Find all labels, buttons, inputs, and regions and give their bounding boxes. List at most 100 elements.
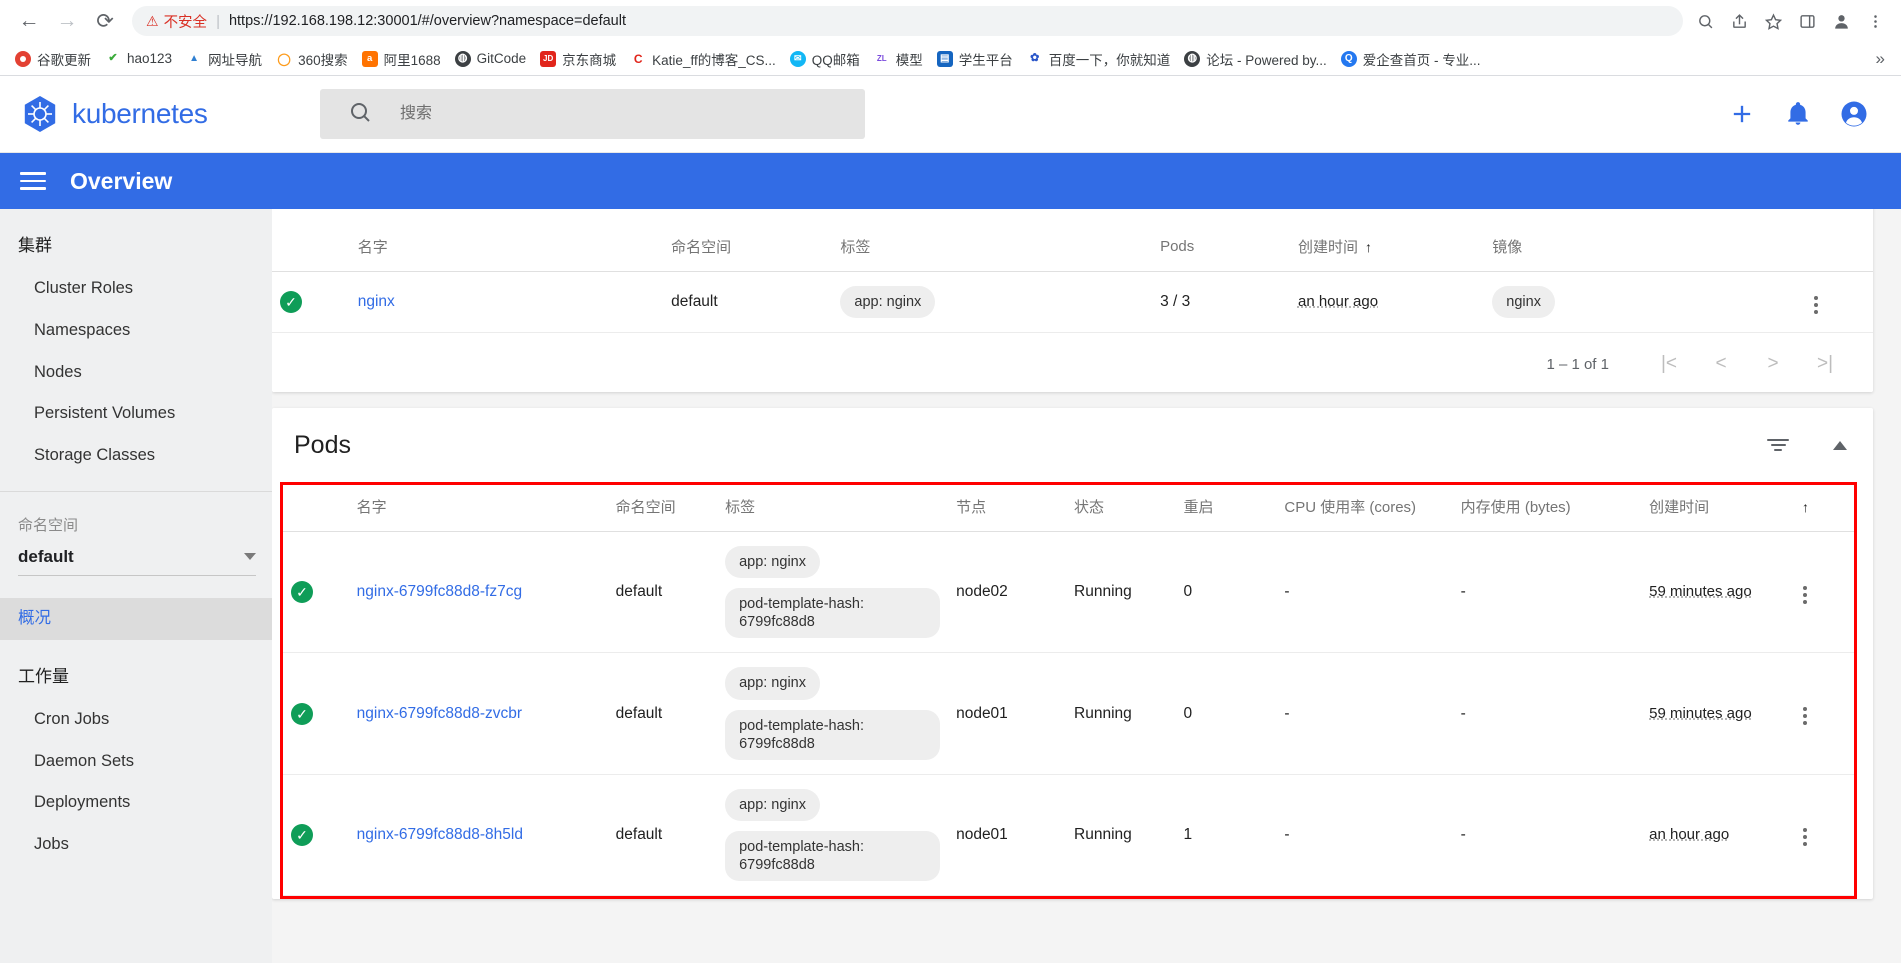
sidebar-item-cluster-roles[interactable]: Cluster Roles (0, 268, 272, 310)
sidebar-item-deployments[interactable]: Deployments (0, 782, 272, 824)
deployments-col-name[interactable]: 名字 (349, 222, 664, 272)
chevron-down-icon (244, 553, 256, 561)
sidebar-section-cluster: 集群 (18, 236, 52, 255)
pod-memory-cell: - (1452, 774, 1642, 897)
deployment-name-link[interactable]: nginx (358, 293, 395, 310)
pod-status-cell: ✓ (283, 774, 349, 897)
pod-name-cell: nginx-6799fc88d8-fz7cg (348, 531, 608, 654)
row-menu-icon[interactable] (1795, 582, 1815, 608)
bookmark-item[interactable]: 谷歌更新 (8, 45, 98, 73)
bookmark-item[interactable]: Q 爱企查首页 - 专业... (1334, 45, 1488, 73)
chrome-menu-icon[interactable] (1859, 5, 1891, 37)
pod-actions-cell (1787, 531, 1854, 654)
bookmark-item[interactable]: ✉ QQ邮箱 (783, 45, 867, 73)
deployments-col-images[interactable]: 镜像 (1484, 222, 1798, 272)
bookmark-item[interactable]: ✿ 百度一下，你就知道 (1020, 45, 1178, 73)
pods-col-name[interactable]: 名字 (348, 485, 608, 532)
pods-title: Pods (294, 430, 351, 459)
bookmark-star-icon[interactable] (1757, 5, 1789, 37)
zoom-icon[interactable] (1689, 5, 1721, 37)
pod-name-link[interactable]: nginx-6799fc88d8-zvcbr (357, 705, 522, 722)
sidebar-item-nodes[interactable]: Nodes (0, 352, 272, 394)
pods-col-created[interactable]: 创建时间 (1641, 485, 1788, 532)
sidebar-item-cron-jobs[interactable]: Cron Jobs (0, 699, 272, 741)
table-row[interactable]: ✓ nginx-6799fc88d8-fz7cg default app: ng… (283, 531, 1854, 654)
sort-ascending-icon: ↑ (1365, 239, 1372, 255)
filter-icon[interactable] (1767, 439, 1789, 451)
row-menu-icon[interactable] (1795, 824, 1815, 850)
deployments-col-labels[interactable]: 标签 (832, 222, 1153, 272)
bookmark-item[interactable]: ▲ 网址导航 (179, 45, 269, 73)
deployments-col-created[interactable]: 创建时间 ↑ (1289, 222, 1485, 272)
pods-col-namespace[interactable]: 命名空间 (607, 485, 718, 532)
collapse-caret-icon[interactable] (1833, 440, 1847, 450)
pods-col-labels[interactable]: 标签 (717, 485, 949, 532)
pods-col-node[interactable]: 节点 (948, 485, 1067, 532)
bookmark-label: 学生平台 (958, 52, 1013, 68)
address-bar[interactable]: ⚠ 不安全 | https://192.168.198.12:30001/#/o… (132, 6, 1683, 36)
bookmark-item[interactable]: ✔ hao123 (98, 47, 179, 71)
bookmark-item[interactable]: ZL 模型 (867, 45, 930, 73)
share-icon[interactable] (1723, 5, 1755, 37)
bookmark-label: 网址导航 (208, 52, 263, 68)
menu-toggle-icon[interactable] (20, 172, 46, 190)
bookmark-item[interactable]: ▤ 学生平台 (930, 45, 1020, 73)
sidebar-item-jobs[interactable]: Jobs (0, 824, 272, 866)
pod-labels-cell: app: nginx pod-template-hash: 6799fc88d8 (717, 531, 949, 654)
bookmark-item[interactable]: ◍ 论坛 - Powered by... (1177, 45, 1334, 73)
kubernetes-logo[interactable]: kubernetes (20, 94, 320, 134)
forward-button[interactable]: → (48, 2, 86, 40)
account-button[interactable] (1839, 99, 1869, 129)
deployments-col-pods[interactable]: Pods (1152, 222, 1290, 272)
last-page-button[interactable]: >| (1799, 344, 1851, 384)
pod-name-link[interactable]: nginx-6799fc88d8-fz7cg (357, 583, 522, 600)
reload-button[interactable]: ⟳ (86, 2, 124, 40)
bookmark-item[interactable]: ◍ GitCode (448, 47, 534, 71)
bookmark-label: 京东商城 (562, 52, 617, 68)
pods-card: Pods 名字 命名空间 标签 节点 状态 重启 CPU 使用率 (cores)… (272, 408, 1873, 900)
bookmark-item[interactable]: C Katie_ff的博客_CS... (623, 45, 783, 73)
namespace-select[interactable]: default (18, 547, 256, 576)
global-search[interactable] (320, 89, 865, 139)
pod-restarts-cell: 0 (1175, 652, 1277, 775)
pod-name-link[interactable]: nginx-6799fc88d8-8h5ld (357, 826, 523, 843)
deployments-col-namespace[interactable]: 命名空间 (663, 222, 833, 272)
notifications-button[interactable] (1783, 99, 1813, 129)
add-resource-button[interactable] (1727, 99, 1757, 129)
first-page-button[interactable]: |< (1643, 344, 1695, 384)
sidebar-item-persistent-volumes[interactable]: Persistent Volumes (0, 393, 272, 435)
row-menu-icon[interactable] (1806, 292, 1826, 318)
deployment-actions-cell (1797, 271, 1873, 334)
sidebar-item-overview[interactable]: 概况 (0, 597, 272, 640)
profile-avatar-icon[interactable] (1825, 5, 1857, 37)
image-chip: nginx (1492, 286, 1555, 319)
bookmark-item[interactable]: a 阿里1688 (355, 45, 448, 73)
table-row[interactable]: ✓ nginx default app: nginx 3 / 3 an hour… (272, 271, 1873, 334)
back-button[interactable]: ← (10, 2, 48, 40)
bookmark-favicon-icon: a (361, 50, 378, 67)
label-chip: app: nginx (725, 788, 820, 821)
previous-page-button[interactable]: < (1695, 344, 1747, 384)
pod-restarts-cell: 1 (1175, 774, 1277, 897)
pods-card-header: Pods (272, 408, 1873, 482)
pod-namespace-cell: default (607, 531, 718, 654)
table-row[interactable]: ✓ nginx-6799fc88d8-8h5ld default app: ng… (283, 774, 1854, 897)
next-page-button[interactable]: > (1747, 344, 1799, 384)
row-menu-icon[interactable] (1795, 703, 1815, 729)
pods-col-restarts[interactable]: 重启 (1175, 485, 1277, 532)
bookmark-item[interactable]: JD 京东商城 (533, 45, 623, 73)
bookmark-item[interactable]: ◯ 360搜索 (269, 45, 355, 73)
pod-labels-cell: app: nginx pod-template-hash: 6799fc88d8 (717, 774, 949, 897)
sidebar-item-namespaces[interactable]: Namespaces (0, 310, 272, 352)
sidebar-item-daemon-sets[interactable]: Daemon Sets (0, 741, 272, 783)
split-screen-icon[interactable] (1791, 5, 1823, 37)
pods-col-cpu[interactable]: CPU 使用率 (cores) (1276, 485, 1453, 532)
pods-table-highlight-box: 名字 命名空间 标签 节点 状态 重启 CPU 使用率 (cores) 内存使用… (280, 482, 1857, 900)
sidebar-item-storage-classes[interactable]: Storage Classes (0, 435, 272, 477)
table-row[interactable]: ✓ nginx-6799fc88d8-zvcbr default app: ng… (283, 652, 1854, 775)
bookmarks-overflow-button[interactable]: » (1868, 49, 1893, 69)
pods-col-status[interactable]: 状态 (1066, 485, 1176, 532)
pods-col-memory[interactable]: 内存使用 (bytes) (1452, 485, 1642, 532)
label-chip: pod-template-hash: 6799fc88d8 (725, 709, 941, 760)
search-input[interactable] (398, 99, 828, 129)
